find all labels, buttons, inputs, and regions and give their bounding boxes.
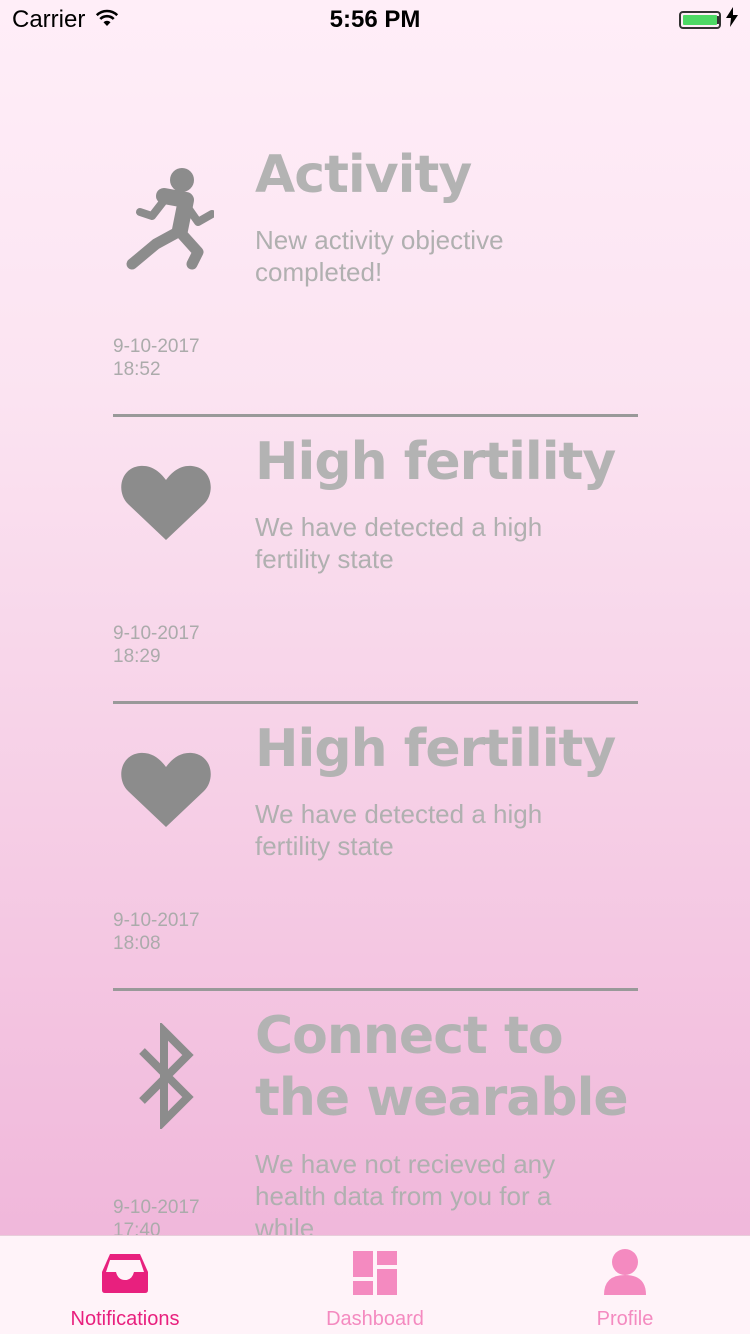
notification-title: High fertility: [255, 432, 616, 492]
notification-card[interactable]: High fertility We have detected a high f…: [113, 417, 638, 704]
tab-bar: Notifications Dashboard Profile: [0, 1235, 750, 1334]
notification-timestamp: 9-10-2017 17:40: [113, 1196, 200, 1236]
notification-date: 9-10-2017: [113, 910, 200, 931]
notification-message: We have detected a high fertility state: [255, 799, 543, 861]
status-bar: Carrier 5:56 PM: [0, 0, 750, 40]
notification-date: 9-10-2017: [113, 336, 200, 357]
tab-label: Notifications: [70, 1308, 180, 1330]
tab-notifications[interactable]: Notifications: [0, 1236, 250, 1334]
notification-title: Connect to the wearable: [255, 1006, 629, 1128]
tab-label: Dashboard: [326, 1308, 424, 1330]
notification-card[interactable]: Activity New activity objective complete…: [113, 130, 638, 417]
person-icon: [604, 1248, 646, 1298]
inbox-icon: [100, 1248, 150, 1298]
notification-list[interactable]: Activity New activity objective complete…: [113, 130, 638, 1236]
notification-time: 17:40: [113, 1220, 161, 1236]
notification-title: Activity: [255, 145, 472, 205]
heart-icon: [113, 447, 219, 557]
tab-dashboard[interactable]: Dashboard: [250, 1236, 500, 1334]
heart-icon: [113, 734, 219, 844]
notification-card[interactable]: Connect to the wearable We have not reci…: [113, 991, 638, 1236]
notification-time: 18:29: [113, 646, 161, 667]
dashboard-icon: [353, 1248, 397, 1298]
notification-timestamp: 9-10-2017 18:08: [113, 909, 200, 955]
notification-date: 9-10-2017: [113, 623, 200, 644]
notification-date: 9-10-2017: [113, 1197, 200, 1218]
notification-time: 18:08: [113, 933, 161, 954]
tab-label: Profile: [596, 1308, 654, 1330]
battery-icon: [679, 11, 721, 29]
notification-card[interactable]: High fertility We have detected a high f…: [113, 704, 638, 991]
status-time: 5:56 PM: [329, 6, 421, 33]
notification-time: 18:52: [113, 359, 161, 380]
notification-timestamp: 9-10-2017 18:29: [113, 622, 200, 668]
notification-message: We have detected a high fertility state: [255, 512, 543, 574]
bluetooth-icon: [113, 1021, 219, 1131]
notification-message: New activity objective completed!: [255, 225, 504, 287]
notification-timestamp: 9-10-2017 18:52: [113, 335, 200, 381]
notification-title: High fertility: [255, 719, 616, 779]
notification-message: We have not recieved any health data fro…: [255, 1149, 556, 1236]
running-person-icon: [113, 160, 219, 270]
tab-profile[interactable]: Profile: [500, 1236, 750, 1334]
